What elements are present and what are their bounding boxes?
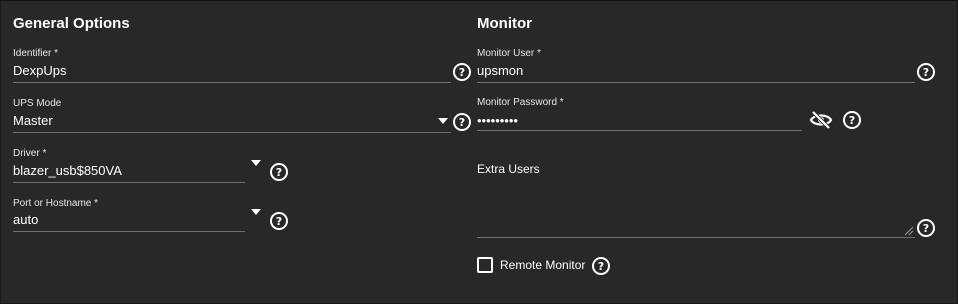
monitor-password-input[interactable]: ••••••••• [477,113,518,128]
monitor-password-help-icon[interactable]: ? [843,111,861,129]
monitor-user-input[interactable]: upsmon [477,63,523,78]
extra-users-help-icon[interactable]: ? [917,219,935,237]
port-chevron-down-icon[interactable] [251,209,261,215]
remote-monitor-checkbox[interactable] [477,257,493,273]
monitor-password-underline [477,130,802,131]
identifier-help-icon[interactable]: ? [453,63,471,81]
remote-monitor-label[interactable]: Remote Monitor [500,258,585,272]
ups-mode-help-icon[interactable]: ? [453,113,471,131]
general-options-title: General Options [13,15,130,32]
port-underline [13,231,245,232]
ups-mode-underline [13,132,451,133]
monitor-title: Monitor [477,15,532,32]
monitor-user-underline [477,82,915,83]
identifier-input[interactable]: DexpUps [13,63,66,78]
eye-off-icon[interactable] [809,111,833,129]
identifier-underline [13,82,451,83]
driver-label: Driver * [13,148,47,159]
remote-monitor-help-icon[interactable]: ? [592,257,610,275]
ups-mode-label: UPS Mode [13,98,62,109]
port-help-icon[interactable]: ? [270,212,288,230]
monitor-password-label: Monitor Password * [477,97,564,108]
resize-handle-icon[interactable] [904,226,914,236]
extra-users-underline [477,237,915,238]
driver-help-icon[interactable]: ? [270,163,288,181]
ups-mode-chevron-down-icon[interactable] [438,118,448,124]
driver-chevron-down-icon[interactable] [251,160,261,166]
port-select[interactable]: auto [13,212,38,227]
driver-select[interactable]: blazer_usb$850VA [13,163,122,178]
monitor-user-help-icon[interactable]: ? [917,63,935,81]
driver-underline [13,182,245,183]
port-label: Port or Hostname * [13,198,99,209]
extra-users-textarea[interactable] [477,182,914,234]
ups-mode-select[interactable]: Master [13,113,53,128]
extra-users-label: Extra Users [477,162,540,176]
identifier-label: Identifier * [13,48,59,59]
monitor-user-label: Monitor User * [477,48,541,59]
